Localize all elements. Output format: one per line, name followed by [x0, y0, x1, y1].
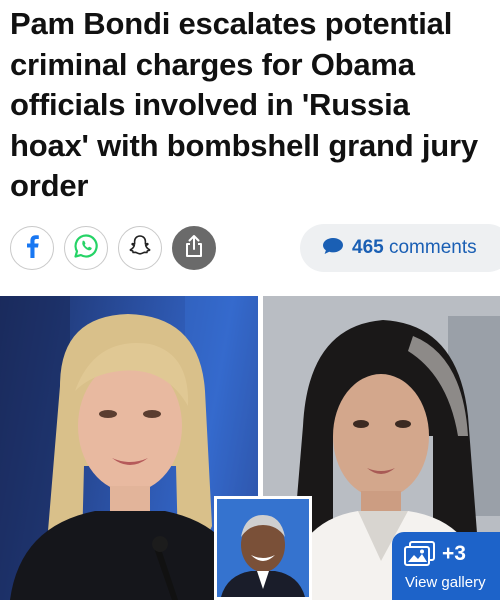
- snapchat-share-button[interactable]: [118, 226, 162, 270]
- share-button[interactable]: [172, 226, 216, 270]
- speech-bubble-icon: [322, 237, 344, 260]
- whatsapp-share-button[interactable]: [64, 226, 108, 270]
- facebook-share-button[interactable]: [10, 226, 54, 270]
- snapchat-icon: [127, 233, 153, 264]
- gallery-count: +3: [442, 542, 466, 565]
- gallery-icon: [404, 541, 436, 572]
- photo-inset-obama[interactable]: [214, 496, 312, 600]
- comments-label: comments: [388, 237, 477, 258]
- article-photos: +3 View gallery: [0, 296, 500, 600]
- gallery-label: View gallery: [405, 574, 486, 591]
- view-gallery-button[interactable]: +3 View gallery: [392, 532, 500, 600]
- facebook-icon: [22, 234, 42, 263]
- photo-inset-obama-illustration: [217, 499, 309, 597]
- whatsapp-icon: [73, 233, 99, 264]
- comments-count-label: 465 comments: [352, 237, 477, 259]
- share-icon: [183, 234, 205, 263]
- article-headline: Pam Bondi escalates potential criminal c…: [10, 6, 478, 203]
- comments-count: 465: [352, 237, 384, 258]
- comments-button[interactable]: 465 comments: [300, 224, 500, 272]
- share-bar: 465 comments: [0, 222, 500, 274]
